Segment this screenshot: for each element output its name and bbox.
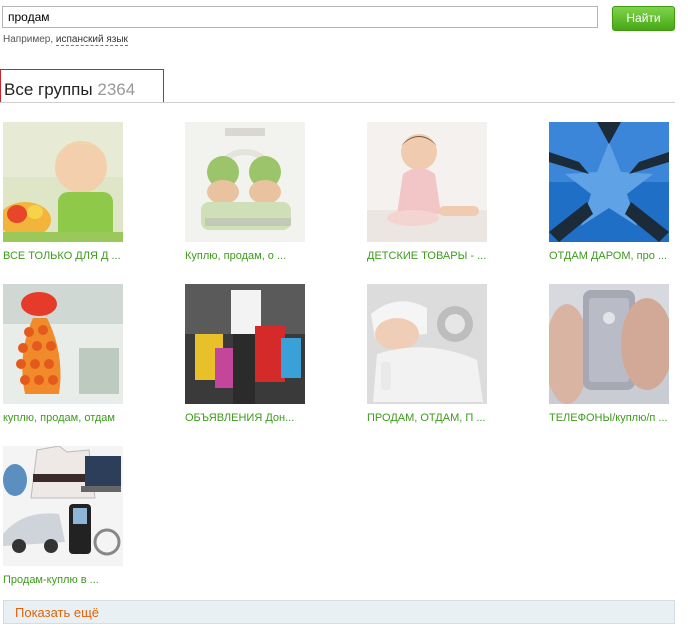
group-card[interactable]: куплю, продам, отдам <box>3 284 143 424</box>
group-label[interactable]: куплю, продам, отдам <box>3 412 143 424</box>
page-title: Все группы 2364 <box>0 69 164 103</box>
group-label[interactable]: ВСЕ ТОЛЬКО ДЛЯ Д ... <box>3 250 143 262</box>
group-label[interactable]: ДЕТСКИЕ ТОВАРЫ - ... <box>367 250 507 262</box>
group-card[interactable]: ДЕТСКИЕ ТОВАРЫ - ... <box>367 122 507 262</box>
search-hint: Например, испанский язык <box>3 34 128 46</box>
group-label[interactable]: ОБЪЯВЛЕНИЯ Дон... <box>185 412 325 424</box>
group-image-lollipops[interactable] <box>3 284 123 404</box>
group-card[interactable]: ПРОДАМ, ОТДАМ, П ... <box>367 284 507 424</box>
show-more-button[interactable]: Показать ещё <box>3 600 675 624</box>
group-image-baby-girl[interactable] <box>367 122 487 242</box>
group-image-smartphone[interactable] <box>549 284 669 404</box>
hint-prefix: Например, <box>3 34 54 45</box>
group-image-twins[interactable] <box>185 122 305 242</box>
group-image-products[interactable] <box>3 446 123 566</box>
group-card[interactable]: ОТДАМ ДАРОМ, про ... <box>549 122 688 262</box>
group-image-child[interactable] <box>3 122 123 242</box>
group-label[interactable]: ПРОДАМ, ОТДАМ, П ... <box>367 412 507 424</box>
group-card[interactable]: Продам-куплю в ... <box>3 446 143 586</box>
divider <box>0 102 675 103</box>
group-card[interactable]: ВСЕ ТОЛЬКО ДЛЯ Д ... <box>3 122 143 262</box>
group-label[interactable]: Куплю, продам, о ... <box>185 250 325 262</box>
group-image-hands-star[interactable] <box>549 122 669 242</box>
search-input[interactable] <box>2 6 598 28</box>
group-card[interactable]: Куплю, продам, о ... <box>185 122 325 262</box>
group-card[interactable]: ТЕЛЕФОНЫ/куплю/п ... <box>549 284 688 424</box>
group-card[interactable]: ОБЪЯВЛЕНИЯ Дон... <box>185 284 325 424</box>
group-image-sleeping-baby[interactable] <box>367 284 487 404</box>
group-label[interactable]: ОТДАМ ДАРОМ, про ... <box>549 250 688 262</box>
search-button[interactable]: Найти <box>612 6 675 31</box>
title-text: Все группы <box>4 80 93 99</box>
hint-example-link[interactable]: испанский язык <box>55 34 128 46</box>
group-label[interactable]: ТЕЛЕФОНЫ/куплю/п ... <box>549 412 688 424</box>
group-image-shopping[interactable] <box>185 284 305 404</box>
groups-count: 2364 <box>97 80 136 99</box>
group-label[interactable]: Продам-куплю в ... <box>3 574 143 586</box>
